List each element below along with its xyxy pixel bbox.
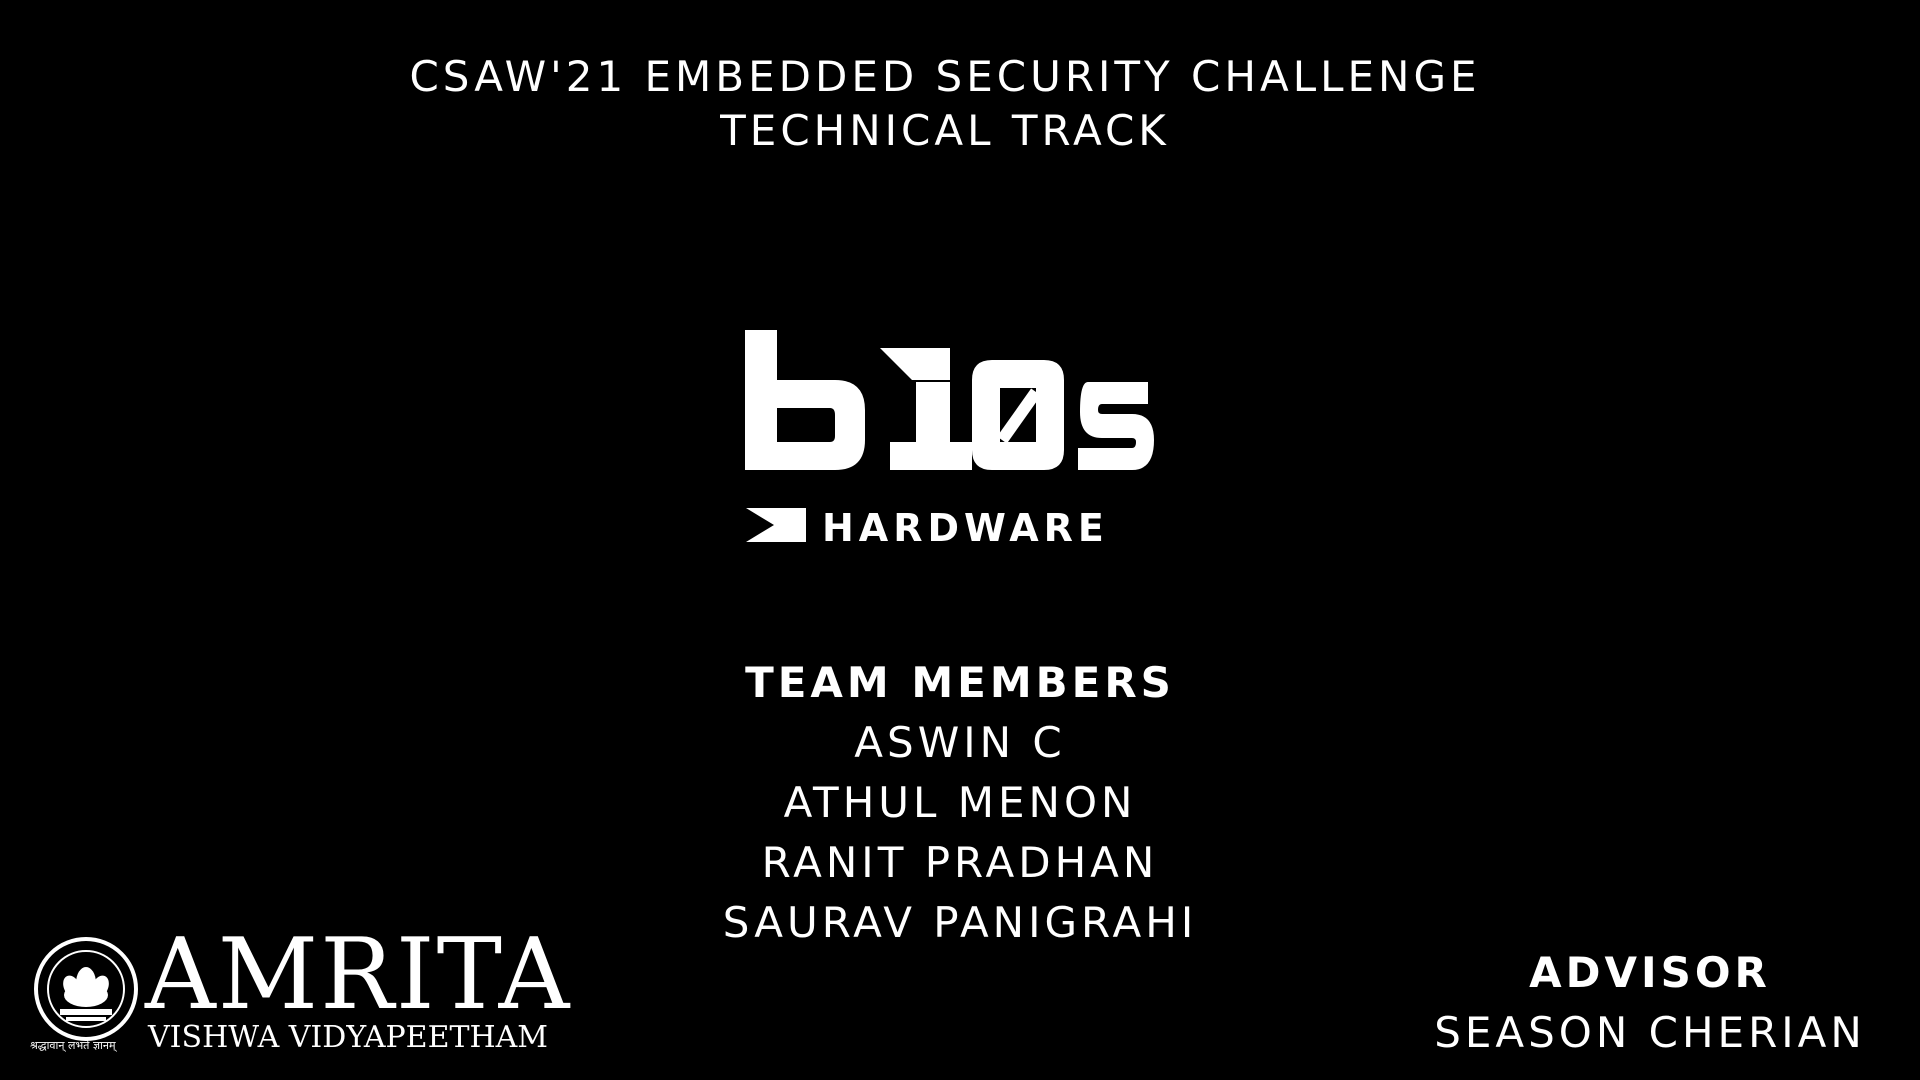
institution-motto: श्रद्धावान् लभते ज्ञानम् <box>30 1039 116 1052</box>
team-member: RANIT PRADHAN <box>761 838 1159 887</box>
title-line-2: TECHNICAL TRACK <box>720 106 1170 155</box>
amrita-emblem-icon <box>34 937 138 1041</box>
institution-subtitle: VISHWA VIDYAPEETHAM <box>148 1020 549 1055</box>
amrita-logo: AMRITA VISHWA VIDYAPEETHAM श्रद्धावान् ल… <box>30 925 590 1065</box>
institution-name: AMRITA <box>145 918 572 1032</box>
slide-title: CSAW'21 EMBEDDED SECURITY CHALLENGE TECH… <box>0 50 1890 158</box>
b10s-hardware-logo: HARDWARE <box>740 320 1160 560</box>
logo-tagline: HARDWARE <box>822 506 1109 550</box>
advisor-section: ADVISOR SEASON CHERIAN <box>1400 945 1900 1065</box>
title-line-1: CSAW'21 EMBEDDED SECURITY CHALLENGE <box>409 52 1481 101</box>
b10s-logo-graphic: HARDWARE <box>745 330 1154 550</box>
advisor-heading: ADVISOR <box>1529 948 1771 997</box>
advisor-name: SEASON CHERIAN <box>1434 1008 1866 1057</box>
team-heading: TEAM MEMBERS <box>745 658 1175 707</box>
team-member: ATHUL MENON <box>783 778 1137 827</box>
team-member: ASWIN C <box>854 718 1066 767</box>
